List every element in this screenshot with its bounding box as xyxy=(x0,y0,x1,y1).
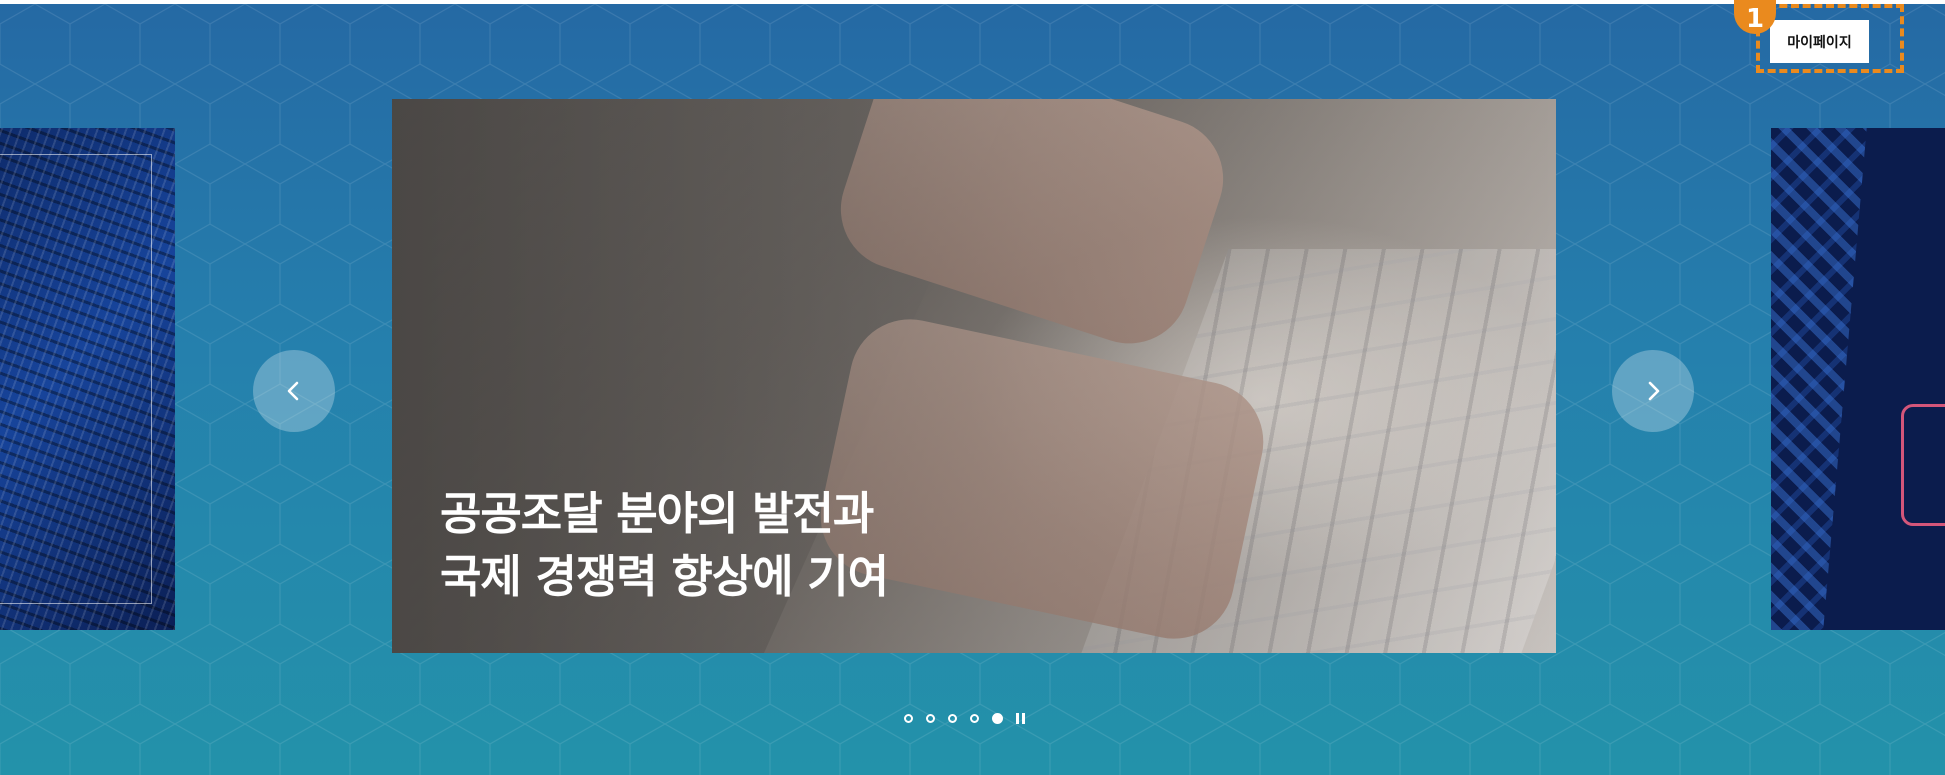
chevron-left-icon xyxy=(287,381,299,401)
chevron-right-icon xyxy=(1648,381,1660,401)
next-slide-button[interactable] xyxy=(1612,350,1694,432)
next-slide-preview[interactable] xyxy=(1771,128,1945,630)
previous-slide-button[interactable] xyxy=(253,350,335,432)
mosaic-image xyxy=(1771,128,1867,630)
slide-frame xyxy=(1901,404,1945,526)
slide-frame xyxy=(0,154,152,604)
pause-icon[interactable] xyxy=(1016,712,1025,724)
caption-line-1: 공공조달 분야의 발전과 xyxy=(440,487,874,540)
pager-dot-3[interactable] xyxy=(948,713,957,723)
pager-dot-2[interactable] xyxy=(926,713,935,723)
slide-caption: 공공조달 분야의 발전과 국제 경쟁력 향상에 기여 xyxy=(440,482,889,608)
mypage-button[interactable]: 마이페이지 xyxy=(1770,20,1869,63)
caption-line-2: 국제 경쟁력 향상에 기여 xyxy=(440,550,889,603)
pager-dot-1[interactable] xyxy=(904,713,913,723)
current-slide[interactable]: 공공조달 분야의 발전과 국제 경쟁력 향상에 기여 xyxy=(392,99,1556,653)
previous-slide-preview[interactable] xyxy=(0,128,175,630)
pager-dot-5[interactable] xyxy=(992,712,1003,724)
slide-pager xyxy=(904,709,1025,727)
pager-dot-4[interactable] xyxy=(970,713,979,723)
